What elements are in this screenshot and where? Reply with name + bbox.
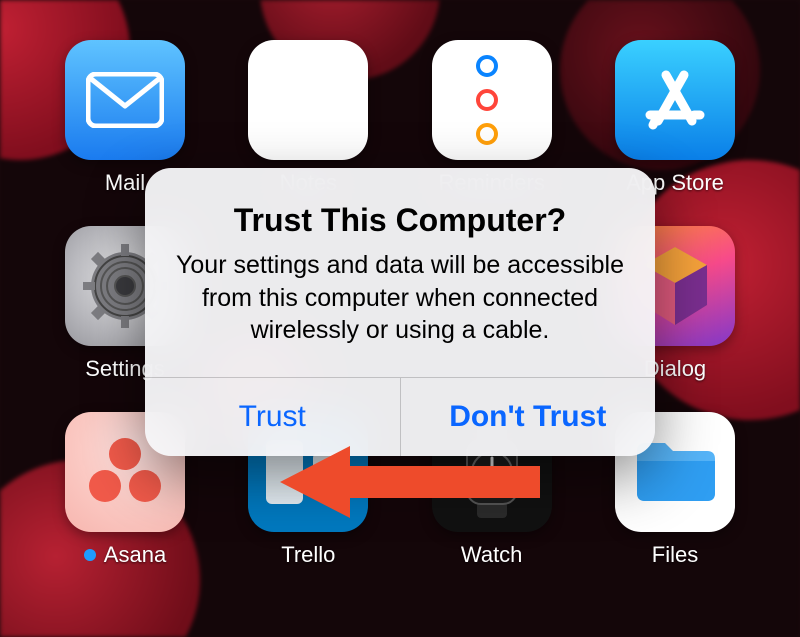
dont-trust-button[interactable]: Don't Trust (401, 378, 656, 456)
alert-message: Your settings and data will be accessibl… (175, 249, 625, 347)
alert-title: Trust This Computer? (175, 202, 625, 239)
alert-body: Trust This Computer? Your settings and d… (145, 168, 655, 377)
alert-actions: Trust Don't Trust (145, 377, 655, 456)
trust-computer-alert: Trust This Computer? Your settings and d… (145, 168, 655, 456)
trust-button[interactable]: Trust (145, 378, 401, 456)
